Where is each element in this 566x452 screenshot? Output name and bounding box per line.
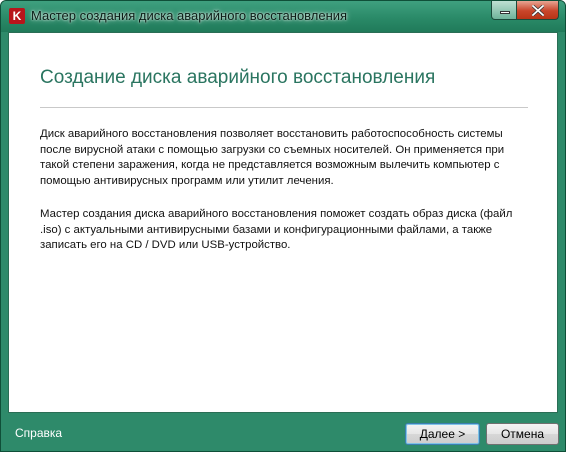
description-paragraph-2: Мастер создания диска аварийного восстан… bbox=[40, 208, 513, 251]
title-bar[interactable]: K Мастер создания диска аварийного восст… bbox=[1, 1, 565, 32]
minimize-button[interactable] bbox=[491, 1, 517, 20]
window-title: Мастер создания диска аварийного восстан… bbox=[31, 8, 348, 23]
wizard-content-panel: Создание диска аварийного восстановления… bbox=[8, 32, 558, 413]
cancel-button[interactable]: Отмена bbox=[486, 423, 559, 445]
close-button[interactable] bbox=[516, 1, 559, 20]
heading-divider bbox=[40, 107, 528, 108]
wizard-footer: Справка Далее > Отмена bbox=[1, 413, 565, 451]
help-link[interactable]: Справка bbox=[15, 426, 62, 440]
next-button[interactable]: Далее > bbox=[405, 423, 480, 445]
minimize-icon bbox=[500, 11, 510, 14]
page-title: Создание диска аварийного восстановления bbox=[40, 67, 436, 88]
kaspersky-logo-icon: K bbox=[9, 8, 25, 24]
wizard-window: K Мастер создания диска аварийного восст… bbox=[0, 0, 566, 452]
description-paragraph-1: Диск аварийного восстановления позволяет… bbox=[40, 128, 505, 187]
close-icon bbox=[532, 5, 544, 16]
